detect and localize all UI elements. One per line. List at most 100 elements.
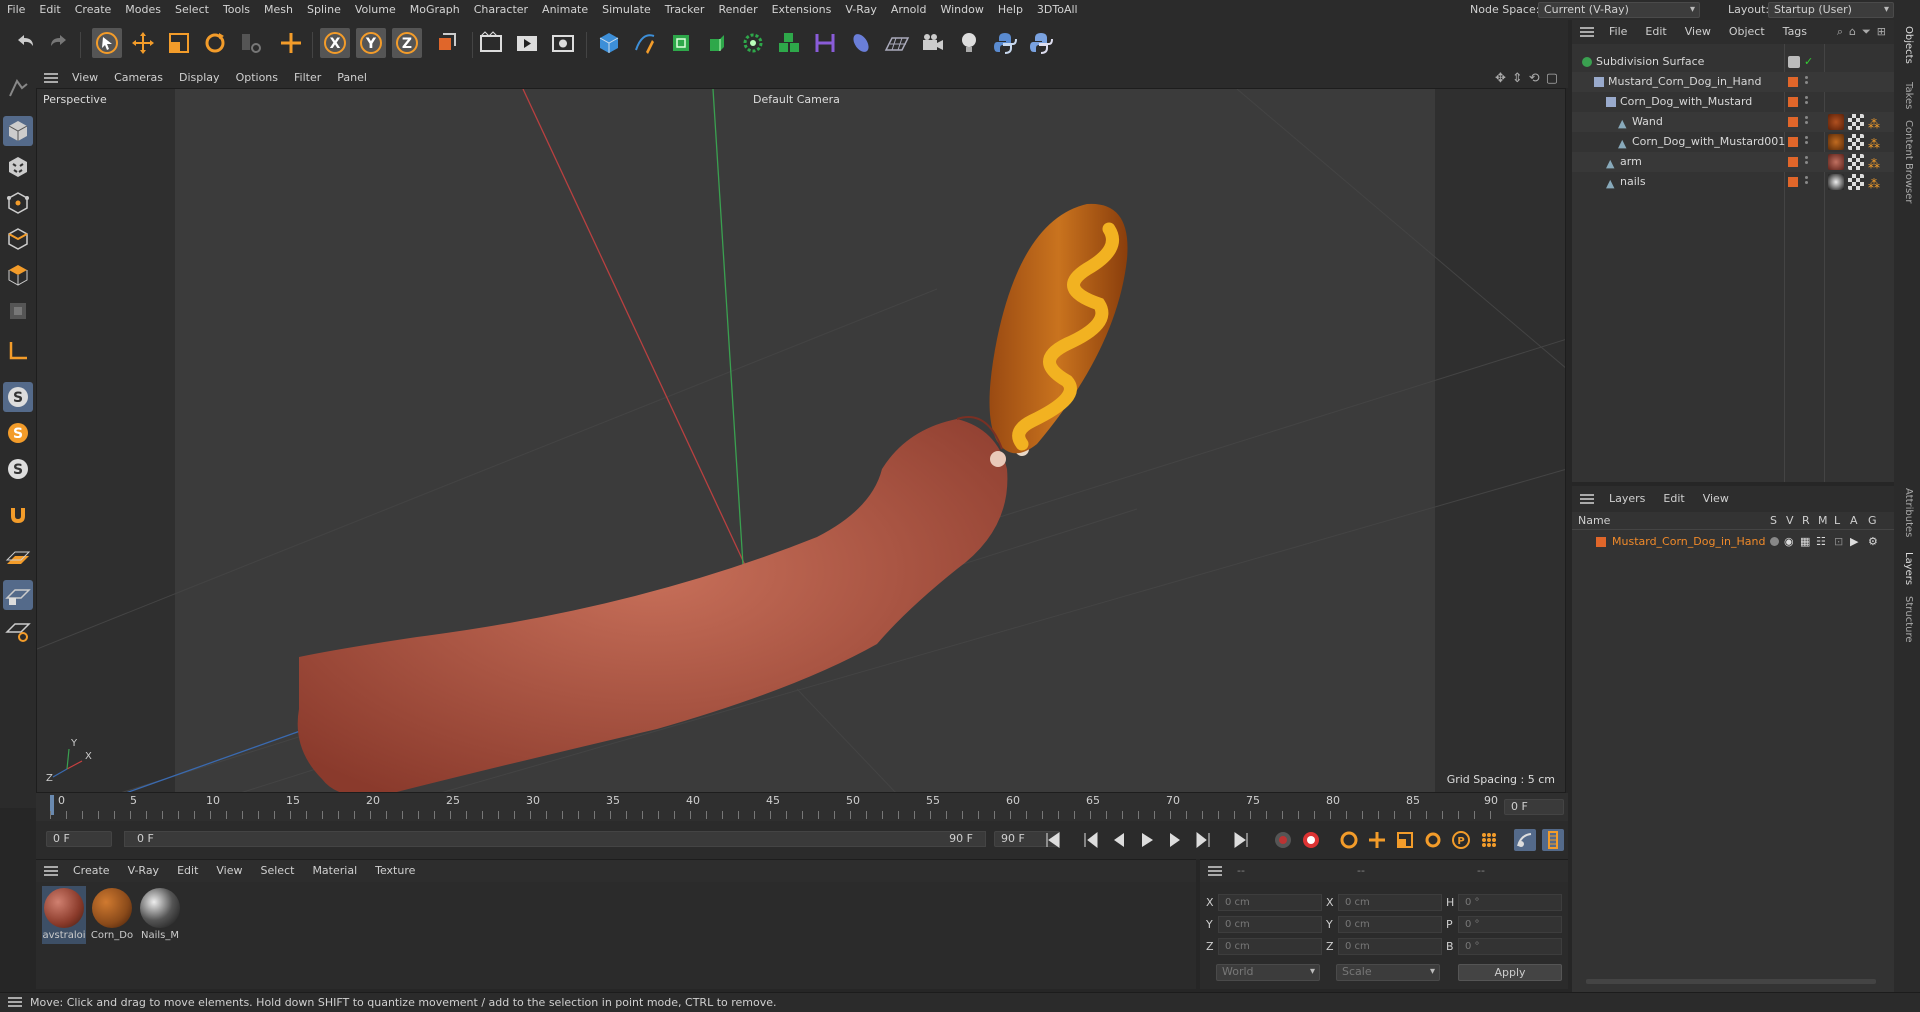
layer-menu-layers[interactable]: Layers [1600, 488, 1654, 510]
y-axis-icon[interactable]: Y [356, 28, 386, 58]
pan-icon[interactable]: ✥ [1495, 71, 1506, 86]
size-y-field[interactable]: 0 cm [1338, 916, 1442, 933]
axis-move-icon[interactable] [276, 28, 306, 58]
redo-icon[interactable] [44, 28, 74, 58]
pen-spline-icon[interactable] [630, 28, 660, 58]
uv-tag-icon[interactable] [1848, 154, 1864, 170]
lock-icon[interactable]: ⊡ [1834, 532, 1843, 552]
object-row-nails[interactable]: ▲ nails ⁂ [1572, 172, 1894, 192]
motion-record-icon[interactable] [1514, 829, 1536, 851]
key-rotation-icon[interactable] [1422, 829, 1444, 851]
layer-color-swatch[interactable] [1596, 537, 1606, 547]
menu-window[interactable]: Window [933, 0, 990, 20]
menu-create[interactable]: Create [68, 0, 119, 20]
locked-workplane-icon[interactable] [3, 580, 33, 610]
current-frame-field[interactable]: 0 F [46, 831, 112, 847]
viewport-solo-icon[interactable] [3, 74, 33, 104]
rotate-icon[interactable] [200, 28, 230, 58]
coordinate-system-icon[interactable] [432, 28, 462, 58]
frame-end-field[interactable]: 0 F [1504, 799, 1564, 815]
layer-hamburger-icon[interactable] [1580, 494, 1594, 504]
uv-mode-icon[interactable] [3, 296, 33, 326]
layer-row[interactable]: Mustard_Corn_Dog_in_Hand ◉ ▦ ☷ ⊡ ▶ ⚙ [1572, 532, 1894, 552]
recent-tools-icon[interactable] [236, 28, 266, 58]
layer-menu-edit[interactable]: Edit [1654, 488, 1693, 510]
material-tag-icon[interactable] [1828, 114, 1844, 130]
python2-icon[interactable] [1026, 28, 1056, 58]
selection-tag-icon[interactable]: ⁂ [1868, 134, 1884, 151]
tab-objects[interactable]: Objects [1898, 26, 1914, 64]
object-menu-object[interactable]: Object [1720, 21, 1774, 43]
visibility-dots-icon[interactable] [1805, 136, 1808, 148]
perspective-viewport[interactable]: X Y Z Perspective Default Camera Grid Sp… [36, 88, 1566, 793]
visibility-dots-icon[interactable] [1805, 116, 1808, 128]
python-icon[interactable] [990, 28, 1020, 58]
prev-frame-icon[interactable] [1108, 829, 1130, 851]
select-arrow-icon[interactable] [92, 28, 122, 58]
layer-color-swatch[interactable] [1788, 77, 1798, 87]
menu-3dtoall[interactable]: 3DToAll [1030, 0, 1085, 20]
material-menu-material[interactable]: Material [303, 860, 366, 882]
visibility-dots-icon[interactable] [1805, 176, 1808, 188]
menu-simulate[interactable]: Simulate [595, 0, 658, 20]
key-scale-icon[interactable] [1394, 829, 1416, 851]
deformer-icon[interactable] [810, 28, 840, 58]
object-row-corn-dog-with-mustard001[interactable]: ▲ Corn_Dog_with_Mustard001 ⁂ [1572, 132, 1894, 152]
menu-vray[interactable]: V-Ray [838, 0, 884, 20]
tab-layers[interactable]: Layers [1898, 552, 1914, 585]
material-menu-view[interactable]: View [207, 860, 251, 882]
render-toggle-icon[interactable]: ▦ [1800, 532, 1810, 552]
object-row-wand[interactable]: ▲ Wand ⁂ [1572, 112, 1894, 132]
size-x-field[interactable]: 0 cm [1338, 894, 1442, 911]
key-pla-icon[interactable] [1478, 829, 1500, 851]
material-menu-edit[interactable]: Edit [168, 860, 207, 882]
mograph-icon[interactable] [774, 28, 804, 58]
planar-workplane-icon[interactable] [3, 616, 33, 646]
material-tag-icon[interactable] [1828, 134, 1844, 150]
uv-tag-icon[interactable] [1848, 114, 1864, 130]
tab-attributes[interactable]: Attributes [1898, 488, 1914, 537]
layer-color-swatch[interactable] [1788, 97, 1798, 107]
polygon-mode-icon[interactable] [3, 260, 33, 290]
menu-help[interactable]: Help [991, 0, 1030, 20]
viewport-menu-filter[interactable]: Filter [286, 68, 329, 88]
uv-tag-icon[interactable] [1848, 134, 1864, 150]
tab-content-browser[interactable]: Content Browser [1898, 120, 1914, 203]
viewport-menu-view[interactable]: View [64, 68, 106, 88]
menu-animate[interactable]: Animate [535, 0, 595, 20]
size-mode-dropdown[interactable]: Scale [1336, 964, 1440, 981]
menu-character[interactable]: Character [467, 0, 535, 20]
menu-mograph[interactable]: MoGraph [403, 0, 467, 20]
viewport-menu-display[interactable]: Display [171, 68, 228, 88]
point-mode-icon[interactable] [3, 188, 33, 218]
light-icon[interactable] [954, 28, 984, 58]
rot-b-field[interactable]: 0 ° [1458, 938, 1562, 955]
key-position-icon[interactable] [1366, 829, 1388, 851]
record-icon[interactable] [1272, 829, 1294, 851]
texture-mode-icon[interactable] [3, 152, 33, 182]
floor-icon[interactable] [882, 28, 912, 58]
object-row-corn-dog-with-mustard[interactable]: Corn_Dog_with_Mustard [1572, 92, 1894, 112]
home-icon[interactable]: ⌂ [1849, 25, 1856, 39]
magnet-icon[interactable] [3, 500, 33, 530]
key-parameter-icon[interactable]: P [1450, 829, 1472, 851]
object-menu-tags[interactable]: Tags [1774, 21, 1816, 43]
coord-hamburger-icon[interactable] [1208, 866, 1222, 876]
next-frame-icon[interactable] [1164, 829, 1186, 851]
material-menu-create[interactable]: Create [64, 860, 119, 882]
filter-icon[interactable]: ⏷ [1862, 25, 1871, 39]
solo-toggle-icon[interactable] [1770, 537, 1779, 546]
maximize-icon[interactable]: ▢ [1546, 71, 1558, 86]
render-region-icon[interactable] [476, 28, 506, 58]
selection-tag-icon[interactable]: ⁂ [1868, 114, 1884, 131]
menu-modes[interactable]: Modes [118, 0, 168, 20]
object-row-arm[interactable]: ▲ arm ⁂ [1572, 152, 1894, 172]
rot-p-field[interactable]: 0 ° [1458, 916, 1562, 933]
layer-scrollbar[interactable] [1586, 979, 1876, 984]
play-icon[interactable] [1136, 829, 1158, 851]
layer-color-swatch[interactable] [1788, 117, 1798, 127]
scale-icon[interactable] [164, 28, 194, 58]
visibility-dots-icon[interactable] [1805, 76, 1808, 88]
object-hamburger-icon[interactable] [1580, 27, 1594, 37]
material-tag-icon[interactable] [1828, 174, 1844, 190]
